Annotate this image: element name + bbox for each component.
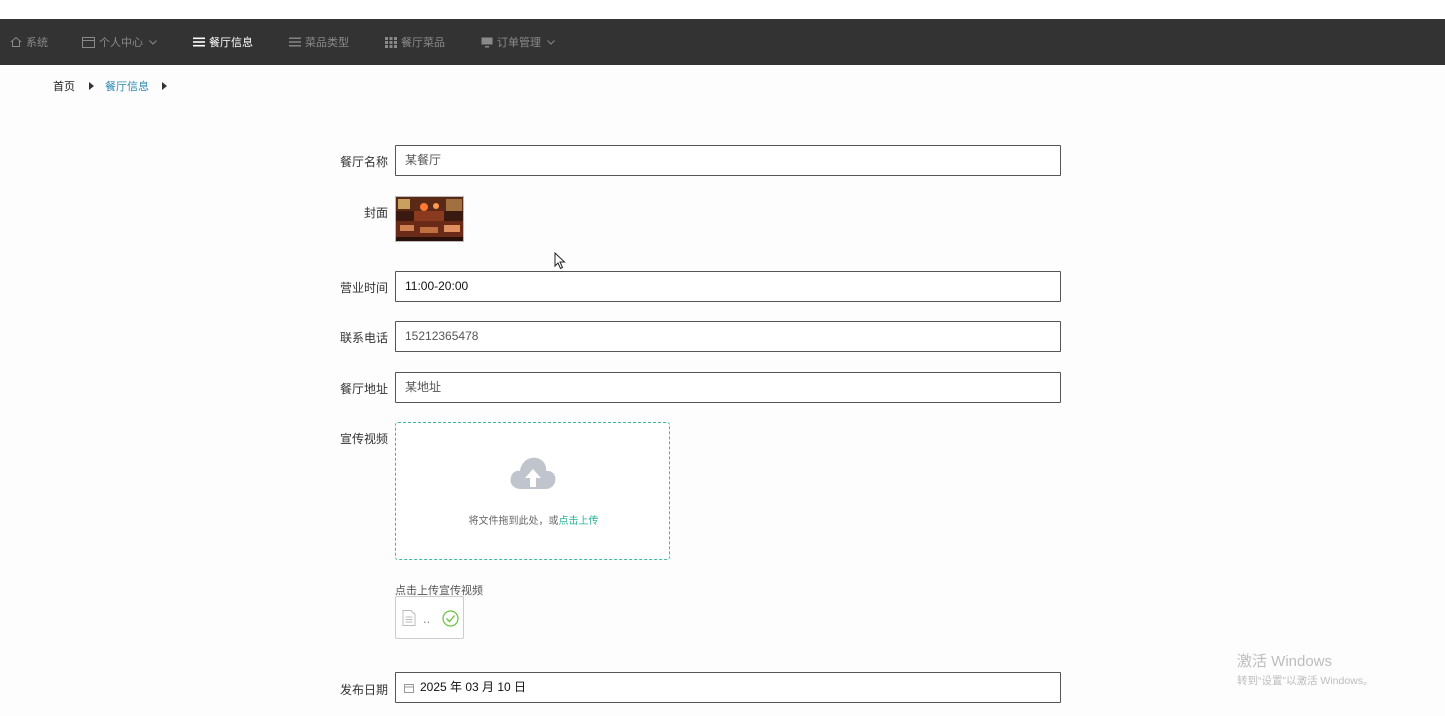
upload-instructions: 将文件拖到此处，或点击上传 [396, 512, 671, 527]
publish-date-label: 发布日期 [339, 683, 388, 697]
cloud-upload-icon [510, 457, 556, 489]
address-label: 餐厅地址 [339, 382, 388, 396]
file-name: .. [423, 611, 431, 626]
publish-date-value: 2025 年 03 月 10 日 [420, 680, 527, 694]
restaurant-info-form: 餐厅名称 某餐厅 封面 营业时间 11:00-20:00 联系电话 152123… [0, 0, 1445, 716]
publish-date-field[interactable]: 2025 年 03 月 10 日 [395, 672, 1061, 703]
windows-activation-watermark: 激活 Windows 转到“设置”以激活 Windows。 [1237, 650, 1374, 688]
watermark-subtitle: 转到“设置”以激活 Windows。 [1237, 675, 1374, 687]
cover-image[interactable] [395, 196, 464, 242]
address-field[interactable]: 某地址 [395, 372, 1061, 403]
uploaded-file-card[interactable]: .. [395, 596, 464, 639]
upload-drag-text: 将文件拖到此处，或 [468, 516, 559, 527]
phone-label: 联系电话 [339, 331, 388, 345]
document-icon [402, 610, 416, 626]
restaurant-name-label: 餐厅名称 [339, 155, 388, 169]
video-upload-dropzone[interactable]: 将文件拖到此处，或点击上传 [395, 422, 670, 560]
promo-video-label: 宣传视频 [339, 432, 388, 446]
restaurant-name-field[interactable]: 某餐厅 [395, 145, 1061, 176]
restaurant-photo [396, 197, 463, 241]
business-hours-field[interactable]: 11:00-20:00 [395, 271, 1061, 302]
business-hours-label: 营业时间 [339, 281, 388, 295]
phone-field[interactable]: 15212365478 [395, 321, 1061, 352]
check-circle-icon [442, 610, 459, 627]
watermark-title: 激活 Windows [1237, 653, 1333, 670]
mouse-cursor-icon [554, 252, 566, 270]
click-upload-link[interactable]: 点击上传 [559, 516, 599, 527]
cover-label: 封面 [363, 206, 388, 220]
calendar-icon [404, 683, 414, 693]
